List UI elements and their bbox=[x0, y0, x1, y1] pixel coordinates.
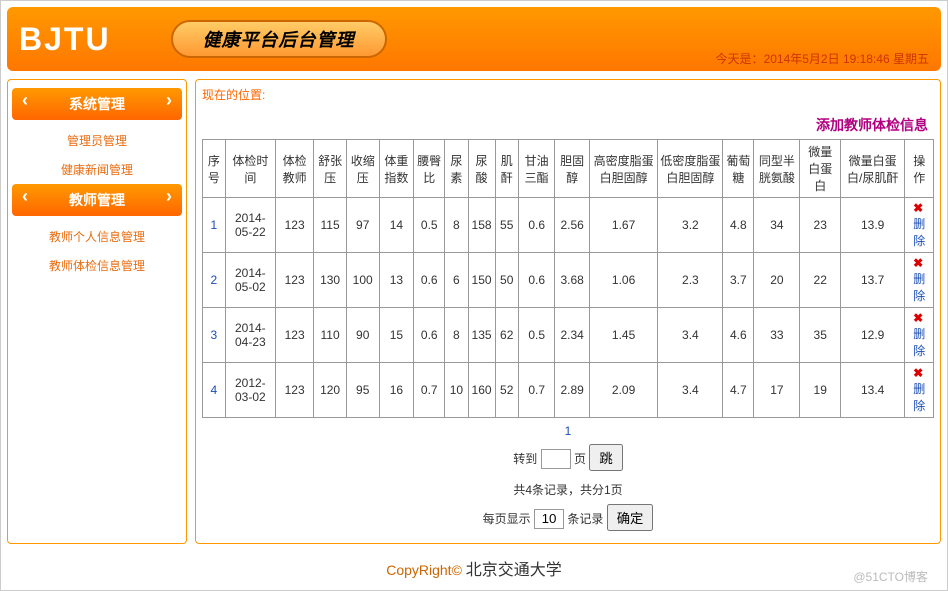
exam-table: 序号体检时间体检教师舒张压收缩压体重指数腰臀比尿素尿酸肌酐甘油三酯胆固醇高密度脂… bbox=[202, 139, 934, 418]
delete-icon: ✖ bbox=[913, 256, 923, 270]
col-header: 肌酐 bbox=[495, 140, 518, 198]
menu-head-teacher[interactable]: 教师管理 bbox=[12, 184, 182, 216]
watermark: @51CTO博客 bbox=[853, 568, 928, 585]
pager-summary: 共4条记录，共分1页 bbox=[202, 481, 934, 498]
header: BJTU 健康平台后台管理 今天是：2014年5月2日 19:18:46 星期五 bbox=[7, 7, 941, 71]
col-header: 高密度脂蛋白胆固醇 bbox=[589, 140, 658, 198]
copyright: CopyRight© bbox=[386, 562, 462, 578]
row-actions: ✖ 删除 bbox=[905, 253, 934, 308]
table-row: 32014-04-2312311090150.68135620.52.341.4… bbox=[203, 308, 934, 363]
sidebar-item-teacher-exam[interactable]: 教师体检信息管理 bbox=[12, 251, 182, 280]
table-row: 12014-05-2212311597140.58158550.62.561.6… bbox=[203, 198, 934, 253]
col-header: 体重指数 bbox=[379, 140, 414, 198]
col-header: 葡萄糖 bbox=[723, 140, 754, 198]
col-header: 低密度脂蛋白胆固醇 bbox=[658, 140, 723, 198]
col-header: 体检教师 bbox=[275, 140, 313, 198]
delete-link[interactable]: 删除 bbox=[913, 382, 925, 413]
menu-head-system[interactable]: 系统管理 bbox=[12, 88, 182, 120]
col-header: 舒张压 bbox=[314, 140, 347, 198]
app-title: 健康平台后台管理 bbox=[203, 30, 355, 50]
table-row: 42012-03-0212312095160.710160520.72.892.… bbox=[203, 363, 934, 418]
delete-icon: ✖ bbox=[913, 311, 923, 325]
logo: BJTU bbox=[19, 21, 111, 58]
col-header: 尿素 bbox=[445, 140, 468, 198]
confirm-button[interactable]: 确定 bbox=[607, 504, 654, 531]
col-header: 体检时间 bbox=[225, 140, 275, 198]
delete-link[interactable]: 删除 bbox=[913, 327, 925, 358]
delete-icon: ✖ bbox=[913, 366, 923, 380]
col-header: 序号 bbox=[203, 140, 226, 198]
sidebar: 系统管理 管理员管理 健康新闻管理 教师管理 教师个人信息管理 教师体检信息管理 bbox=[7, 79, 187, 544]
university: 北京交通大学 bbox=[466, 562, 562, 579]
col-header: 尿酸 bbox=[468, 140, 495, 198]
col-header: 微量白蛋白/尿肌酐 bbox=[840, 140, 904, 198]
sidebar-item-news[interactable]: 健康新闻管理 bbox=[12, 155, 182, 184]
col-header: 操作 bbox=[905, 140, 934, 198]
delete-link[interactable]: 删除 bbox=[913, 217, 925, 248]
sidebar-item-admin[interactable]: 管理员管理 bbox=[12, 126, 182, 155]
col-header: 收缩压 bbox=[346, 140, 379, 198]
col-header: 同型半胱氨酸 bbox=[754, 140, 800, 198]
col-header: 胆固醇 bbox=[555, 140, 589, 198]
add-teacher-exam-link[interactable]: 添加教师体检信息 bbox=[202, 111, 934, 139]
content-panel: 现在的位置: 添加教师体检信息 序号体检时间体检教师舒张压收缩压体重指数腰臀比尿… bbox=[195, 79, 941, 544]
goto-page-input[interactable] bbox=[541, 449, 571, 469]
row-actions: ✖ 删除 bbox=[905, 308, 934, 363]
footer: CopyRight© 北京交通大学 bbox=[7, 544, 941, 584]
col-header: 腰臀比 bbox=[414, 140, 445, 198]
table-row: 22014-05-02123130100130.66150500.63.681.… bbox=[203, 253, 934, 308]
sidebar-item-teacher-info[interactable]: 教师个人信息管理 bbox=[12, 222, 182, 251]
pager: 1 转到 页 跳 共4条记录，共分1页 每页显示 条记录 确定 bbox=[202, 424, 934, 531]
page-number[interactable]: 1 bbox=[202, 424, 934, 438]
app-title-box: 健康平台后台管理 bbox=[171, 20, 387, 58]
row-actions: ✖ 删除 bbox=[905, 363, 934, 418]
jump-button[interactable]: 跳 bbox=[589, 444, 622, 471]
col-header: 甘油三酯 bbox=[518, 140, 555, 198]
delete-link[interactable]: 删除 bbox=[913, 272, 925, 303]
delete-icon: ✖ bbox=[913, 201, 923, 215]
perpage-input[interactable] bbox=[534, 509, 564, 529]
row-actions: ✖ 删除 bbox=[905, 198, 934, 253]
date-bar: 今天是：2014年5月2日 19:18:46 星期五 bbox=[716, 50, 929, 67]
breadcrumb: 现在的位置: bbox=[202, 86, 934, 103]
col-header: 微量白蛋白 bbox=[800, 140, 841, 198]
